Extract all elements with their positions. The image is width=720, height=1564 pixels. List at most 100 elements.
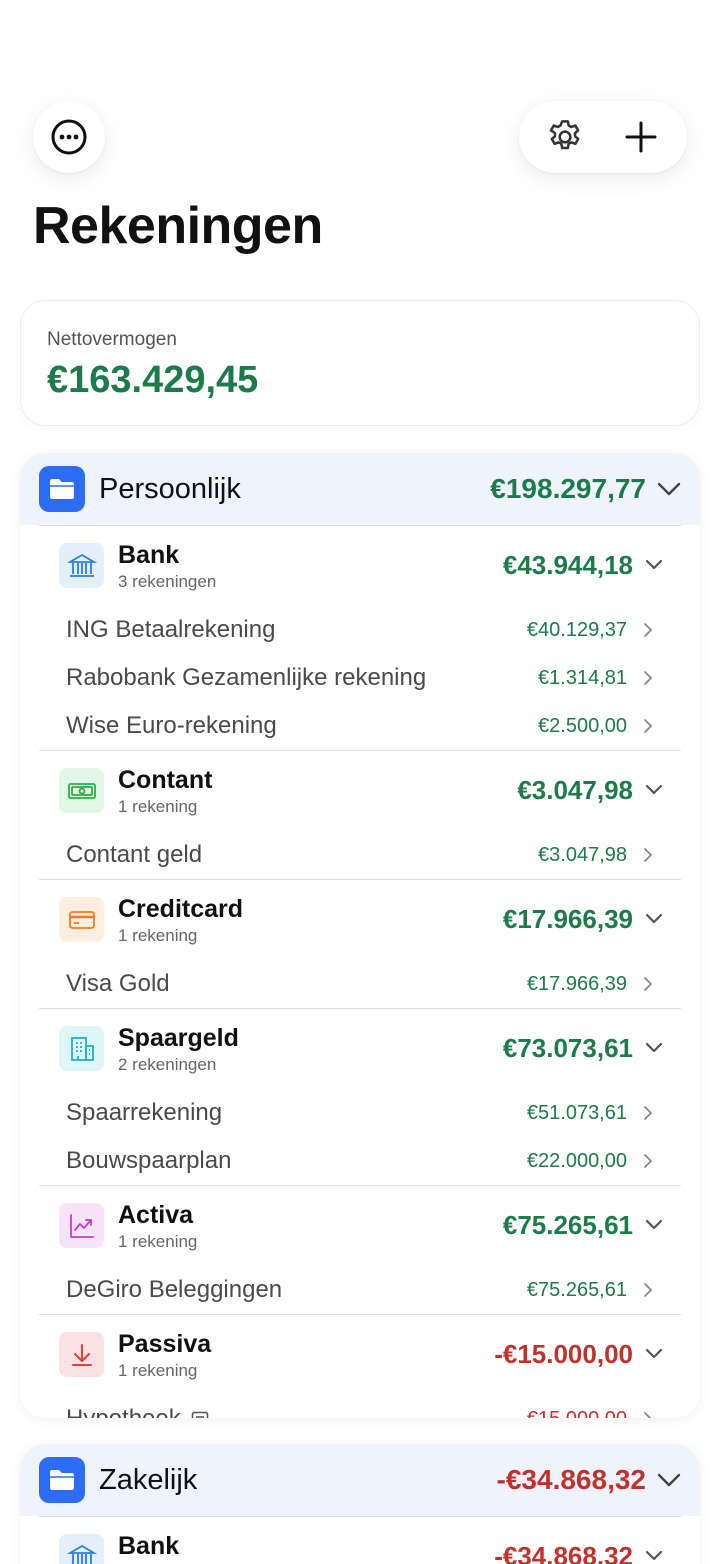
bank-building-icon bbox=[59, 1534, 104, 1564]
category-count: 1 rekening bbox=[118, 1232, 198, 1251]
category-total: -€34.868,32 bbox=[494, 1541, 633, 1564]
more-horizontal-circle-icon bbox=[51, 119, 87, 155]
chevron-right-icon bbox=[641, 1410, 655, 1418]
account-name-wrap: Hypotheek bbox=[66, 1405, 209, 1418]
account-row[interactable]: Bouwspaarplan €22.000,00 bbox=[39, 1137, 681, 1185]
category-header-spaargeld[interactable]: Spaargeld 2 rekeningen €73.073,61 bbox=[39, 1009, 681, 1089]
folder-icon bbox=[39, 1457, 85, 1503]
account-value: €51.073,61 bbox=[526, 1102, 627, 1124]
account-name: ING Betaalrekening bbox=[66, 616, 276, 643]
category-count: 3 rekeningen bbox=[118, 572, 217, 591]
account-name: DeGiro Beleggingen bbox=[66, 1276, 283, 1303]
category-contant: Contant 1 rekening €3.047,98 Contant gel… bbox=[39, 750, 681, 879]
category-header-bank[interactable]: Bank -€34.868,32 bbox=[39, 1517, 681, 1564]
category-spaargeld: Spaargeld 2 rekeningen €73.073,61 Spaarr… bbox=[39, 1008, 681, 1185]
arrow-down-icon bbox=[59, 1332, 104, 1377]
category-total: €75.265,61 bbox=[502, 1210, 633, 1240]
category-total: €17.966,39 bbox=[502, 904, 633, 934]
chevron-down-icon bbox=[643, 1037, 665, 1059]
group-header-zakelijk[interactable]: Zakelijk -€34.868,32 bbox=[20, 1444, 700, 1516]
folder-icon bbox=[39, 466, 85, 512]
category-passiva: Passiva 1 rekening -€15.000,00 Hypotheek… bbox=[39, 1314, 681, 1418]
category-header-bank[interactable]: Bank 3 rekeningen €43.944,18 bbox=[39, 526, 681, 606]
category-count: 2 rekeningen bbox=[118, 1055, 217, 1074]
account-value: €3.047,98 bbox=[538, 844, 627, 866]
account-value: €17.966,39 bbox=[526, 973, 627, 995]
group-header-persoonlijk[interactable]: Persoonlijk €198.297,77 bbox=[20, 453, 700, 525]
add-account-button[interactable] bbox=[611, 107, 671, 167]
account-row[interactable]: Spaarrekening €51.073,61 bbox=[39, 1089, 681, 1137]
category-count: 1 rekening bbox=[118, 926, 198, 945]
category-name: Activa bbox=[118, 1201, 194, 1229]
plus-icon bbox=[625, 121, 657, 153]
account-value: €40.129,37 bbox=[526, 619, 627, 641]
category-creditcard: Creditcard 1 rekening €17.966,39 Visa Go… bbox=[39, 879, 681, 1008]
group-name: Persoonlijk bbox=[99, 472, 241, 505]
category-name: Spaargeld bbox=[118, 1024, 239, 1052]
account-row[interactable]: Rabobank Gezamenlijke rekening €1.314,81 bbox=[39, 654, 681, 702]
page-title: Rekeningen bbox=[33, 197, 323, 255]
top-bar bbox=[33, 101, 687, 173]
account-name: Wise Euro-rekening bbox=[66, 712, 277, 739]
group-total: -€34.868,32 bbox=[496, 1464, 646, 1495]
chevron-down-icon bbox=[643, 1343, 665, 1365]
category-bank: Bank -€34.868,32 bbox=[39, 1516, 681, 1564]
chevron-right-icon bbox=[641, 1281, 655, 1299]
category-count: 1 rekening bbox=[118, 797, 198, 816]
account-value: €22.000,00 bbox=[526, 1150, 627, 1172]
note-icon bbox=[191, 1411, 209, 1418]
group-total: €198.297,77 bbox=[490, 473, 646, 504]
category-name: Bank bbox=[118, 541, 180, 569]
account-row[interactable]: Visa Gold €17.966,39 bbox=[39, 960, 681, 1008]
account-value: €2.500,00 bbox=[538, 715, 627, 737]
account-name: Rabobank Gezamenlijke rekening bbox=[66, 664, 427, 691]
credit-card-icon bbox=[59, 897, 104, 942]
group-name: Zakelijk bbox=[99, 1463, 198, 1496]
account-row[interactable]: Wise Euro-rekening €2.500,00 bbox=[39, 702, 681, 750]
chevron-down-icon bbox=[643, 779, 665, 801]
category-total: -€15.000,00 bbox=[494, 1339, 633, 1369]
office-building-icon bbox=[59, 1026, 104, 1071]
group-card-zakelijk: Zakelijk -€34.868,32 Bank -€34.868,32 bbox=[20, 1444, 700, 1564]
category-header-contant[interactable]: Contant 1 rekening €3.047,98 bbox=[39, 751, 681, 831]
category-bank: Bank 3 rekeningen €43.944,18 ING Betaalr… bbox=[39, 525, 681, 750]
chevron-down-icon bbox=[643, 1545, 665, 1564]
account-row[interactable]: Contant geld €3.047,98 bbox=[39, 831, 681, 879]
chevron-down-icon bbox=[643, 1214, 665, 1236]
category-name: Passiva bbox=[118, 1330, 212, 1358]
net-worth-label: Nettovermogen bbox=[47, 329, 177, 350]
category-total: €3.047,98 bbox=[517, 775, 633, 805]
account-row[interactable]: DeGiro Beleggingen €75.265,61 bbox=[39, 1266, 681, 1314]
account-name: Bouwspaarplan bbox=[66, 1147, 232, 1174]
account-row[interactable]: ING Betaalrekening €40.129,37 bbox=[39, 606, 681, 654]
category-total: €43.944,18 bbox=[502, 550, 633, 580]
category-header-passiva[interactable]: Passiva 1 rekening -€15.000,00 bbox=[39, 1315, 681, 1395]
net-worth-value: €163.429,45 bbox=[47, 359, 259, 401]
chevron-right-icon bbox=[641, 669, 655, 687]
net-worth-card: Nettovermogen €163.429,45 bbox=[20, 300, 700, 426]
chevron-right-icon bbox=[641, 975, 655, 993]
category-name: Creditcard bbox=[118, 895, 244, 923]
chevron-right-icon bbox=[641, 717, 655, 735]
chevron-down-icon bbox=[656, 1467, 682, 1493]
chevron-right-icon bbox=[641, 846, 655, 864]
account-value: €75.265,61 bbox=[526, 1279, 627, 1301]
category-total: €73.073,61 bbox=[502, 1033, 633, 1063]
chevron-right-icon bbox=[641, 1104, 655, 1122]
category-name: Contant bbox=[118, 766, 213, 794]
account-row[interactable]: Hypotheek -€15.000,00 bbox=[39, 1395, 681, 1418]
account-name: Hypotheek bbox=[66, 1405, 181, 1418]
category-header-activa[interactable]: Activa 1 rekening €75.265,61 bbox=[39, 1186, 681, 1266]
settings-button[interactable] bbox=[535, 107, 595, 167]
account-value: -€15.000,00 bbox=[520, 1408, 627, 1418]
category-header-creditcard[interactable]: Creditcard 1 rekening €17.966,39 bbox=[39, 880, 681, 960]
toolbar-actions bbox=[519, 101, 687, 173]
account-name: Spaarrekening bbox=[66, 1099, 223, 1126]
more-button[interactable] bbox=[33, 101, 105, 173]
category-name: Bank bbox=[118, 1532, 180, 1560]
trend-chart-icon bbox=[59, 1203, 104, 1248]
category-count: 1 rekening bbox=[118, 1361, 198, 1380]
category-activa: Activa 1 rekening €75.265,61 DeGiro Bele… bbox=[39, 1185, 681, 1314]
chevron-down-icon bbox=[656, 476, 682, 502]
chevron-down-icon bbox=[643, 554, 665, 576]
